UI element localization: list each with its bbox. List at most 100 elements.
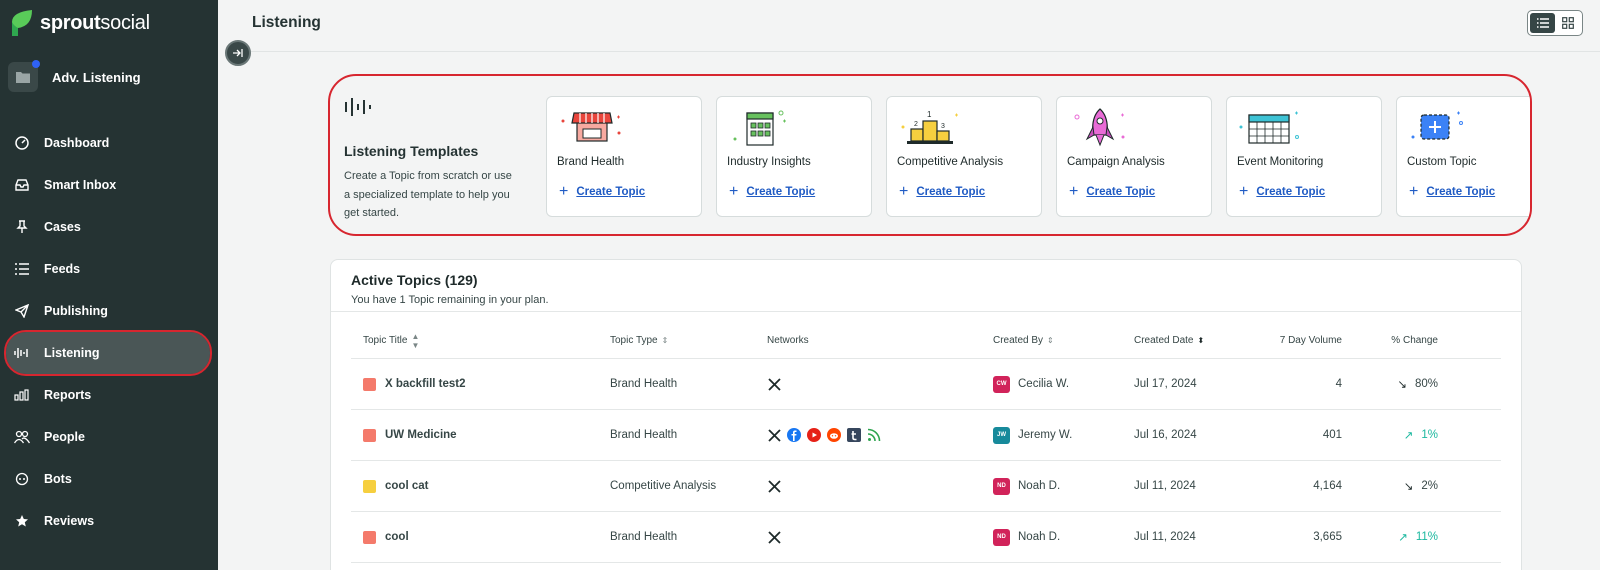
sidebar-item-feeds[interactable]: Feeds: [0, 248, 218, 290]
template-card-event-monitoring[interactable]: Event Monitoring + Create Topic: [1226, 96, 1382, 217]
column-header-topic-type[interactable]: Topic Type ⇕: [610, 335, 767, 346]
sidebar-item-dashboard[interactable]: Dashboard: [0, 122, 218, 164]
topic-title[interactable]: cool cat: [385, 480, 428, 492]
custom-add-illustration: [1411, 111, 1463, 140]
x-icon: [767, 479, 781, 493]
create-topic-link[interactable]: + Create Topic: [729, 184, 815, 200]
rss-icon: [867, 428, 881, 442]
topic-title[interactable]: X backfill test2: [385, 378, 466, 390]
volume-value: 401: [1322, 429, 1342, 441]
create-topic-link[interactable]: + Create Topic: [1409, 184, 1495, 200]
column-header-topic-title[interactable]: Topic Title ▲ ▼: [351, 332, 610, 350]
topic-color-swatch: [363, 530, 376, 544]
list-view-icon: [1536, 18, 1549, 28]
template-card-competitive-analysis[interactable]: 1 2 3 Competitive Analysis + Create Topic: [886, 96, 1042, 217]
plus-icon: +: [1069, 183, 1079, 200]
table-row[interactable]: X backfill test2 Brand Health CW Cecilia …: [351, 359, 1501, 410]
topic-color-swatch: [363, 377, 376, 391]
dashboard-icon: [14, 135, 30, 151]
topics-table: Topic Title ▲ ▼ Topic Type ⇕ Networks Creat…: [351, 323, 1501, 563]
template-card-industry-insights[interactable]: Industry Insights + Create Topic: [716, 96, 872, 217]
table-row[interactable]: cool cat Competitive Analysis ND Noah D. …: [351, 461, 1501, 512]
sprout-leaf-icon: [12, 10, 32, 36]
sidebar-item-label: Bots: [44, 472, 72, 486]
template-card-title: Brand Health: [557, 156, 625, 168]
volume-value: 4,164: [1313, 480, 1342, 492]
sidebar-item-bots[interactable]: Bots: [0, 458, 218, 500]
collapse-arrow-icon: [233, 49, 243, 57]
sidebar-item-people[interactable]: People: [0, 416, 218, 458]
template-card-custom-topic[interactable]: Custom Topic + Create Topic: [1396, 96, 1530, 217]
template-card-brand-health[interactable]: Brand Health + Create Topic: [546, 96, 702, 217]
table-row[interactable]: UW Medicine Brand Health JW Jeremy W. Jul…: [351, 410, 1501, 461]
storefront-illustration: [561, 112, 621, 142]
topic-title[interactable]: cool: [385, 531, 409, 543]
created-date: Jul 11, 2024: [1134, 531, 1196, 543]
creator-name: Noah D.: [1018, 531, 1061, 543]
change-value: 11%: [1415, 531, 1438, 543]
list-view-button[interactable]: [1530, 13, 1555, 33]
creator-name: Noah D.: [1018, 480, 1061, 492]
topic-type: Competitive Analysis: [610, 480, 717, 492]
topic-type: Brand Health: [610, 378, 678, 390]
list-icon: [14, 261, 30, 277]
templates-title: Listening Templates: [344, 143, 479, 159]
template-card-campaign-analysis[interactable]: Campaign Analysis + Create Topic: [1056, 96, 1212, 217]
topic-color-swatch: [363, 428, 376, 442]
created-date: Jul 16, 2024: [1134, 429, 1197, 441]
sort-icon: ⇕: [1047, 336, 1054, 345]
creator-name: Cecilia W.: [1018, 378, 1070, 390]
topic-title[interactable]: UW Medicine: [385, 429, 457, 441]
plus-icon: +: [899, 183, 909, 200]
workspace-switcher[interactable]: Adv. Listening: [8, 60, 141, 92]
create-topic-link[interactable]: + Create Topic: [559, 184, 645, 200]
waveform-icon: [14, 345, 30, 361]
sidebar-item-reports[interactable]: Reports: [0, 374, 218, 416]
building-illustration: [733, 110, 786, 146]
column-header-created-date[interactable]: Created Date ⬍: [1134, 335, 1246, 346]
sidebar-item-listening[interactable]: Listening: [4, 330, 212, 376]
change-value: 80%: [1414, 378, 1438, 390]
main-nav: Dashboard Smart Inbox Cases Feeds Publis…: [0, 122, 218, 542]
plus-icon: +: [1409, 183, 1419, 200]
created-date: Jul 17, 2024: [1134, 378, 1197, 390]
view-toggle: [1527, 10, 1583, 36]
calendar-illustration: [1239, 111, 1299, 144]
x-icon: [767, 530, 781, 544]
active-topics-panel: Active Topics (129) You have 1 Topic rem…: [330, 259, 1522, 570]
create-topic-link[interactable]: + Create Topic: [1239, 184, 1325, 200]
volume-value: 4: [1335, 378, 1342, 390]
people-icon: [14, 429, 30, 445]
folder-icon: [8, 60, 40, 92]
create-topic-link[interactable]: + Create Topic: [899, 184, 985, 200]
change-value: 1%: [1421, 429, 1438, 441]
sidebar-item-label: Listening: [44, 346, 100, 360]
avatar: ND: [993, 528, 1010, 546]
grid-view-button[interactable]: [1555, 13, 1580, 33]
template-card-title: Custom Topic: [1407, 156, 1477, 168]
svg-text:1: 1: [927, 110, 932, 119]
collapse-sidebar-button[interactable]: [225, 40, 251, 66]
template-card-title: Industry Insights: [727, 156, 811, 168]
sidebar-item-label: People: [44, 430, 85, 444]
x-icon: [767, 377, 781, 391]
trend-up-icon: ↗: [1403, 430, 1414, 442]
listening-templates-panel: Listening Templates Create a Topic from …: [328, 74, 1532, 236]
sidebar-item-publishing[interactable]: Publishing: [0, 290, 218, 332]
plus-icon: +: [729, 183, 739, 200]
waveform-icon: [345, 98, 371, 116]
grid-view-icon: [1561, 17, 1574, 29]
create-topic-link[interactable]: + Create Topic: [1069, 184, 1155, 200]
column-header-created-by[interactable]: Created By ⇕: [993, 335, 1134, 346]
svg-text:2: 2: [914, 121, 918, 128]
avatar: JW: [993, 426, 1010, 444]
sidebar-item-reviews[interactable]: Reviews: [0, 500, 218, 542]
sidebar-item-cases[interactable]: Cases: [0, 206, 218, 248]
sidebar-item-label: Publishing: [44, 304, 108, 318]
sprout-social-logo[interactable]: sproutsocial: [10, 8, 150, 38]
topic-count: (129): [444, 272, 478, 288]
sort-desc-icon: ⬍: [1197, 335, 1205, 345]
template-card-title: Campaign Analysis: [1067, 156, 1165, 168]
table-row[interactable]: cool Brand Health ND Noah D. Jul 11, 2024…: [351, 512, 1501, 563]
sidebar-item-smart-inbox[interactable]: Smart Inbox: [0, 164, 218, 206]
